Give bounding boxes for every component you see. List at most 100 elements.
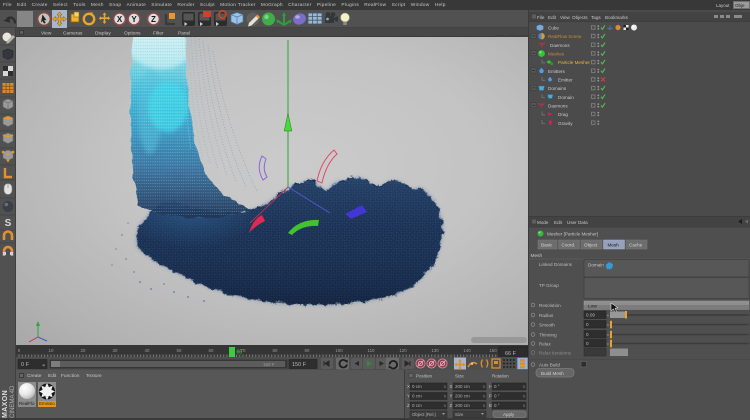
svg-text:Position: Position [416,374,433,379]
svg-text:Gravity: Gravity [558,121,573,126]
svg-text:Mesh: Mesh [531,253,543,259]
svg-text:0 cm: 0 cm [412,394,422,399]
svg-text:50: 50 [177,348,182,353]
svg-text:Edit: Edit [554,220,563,225]
svg-text:40: 40 [145,348,150,353]
svg-text:100: 100 [335,348,343,353]
svg-text:Daemons: Daemons [550,43,570,48]
svg-text:110: 110 [368,348,376,353]
svg-text:0 °: 0 ° [494,384,500,389]
svg-text:Cameras: Cameras [63,31,83,37]
svg-text:0: 0 [586,332,589,337]
svg-text:Texture: Texture [86,373,102,379]
svg-text:Emitter: Emitter [558,78,573,83]
svg-text:80: 80 [273,348,278,353]
svg-text:X: X [407,384,410,389]
svg-text:Build Mesh: Build Mesh [541,371,564,376]
svg-text:◂: ◂ [607,313,609,318]
svg-text:Options: Options [124,31,141,37]
svg-text:0: 0 [586,322,589,327]
svg-text:30: 30 [113,348,118,353]
svg-text:S: S [5,218,12,229]
svg-text:Tags: Tags [591,15,601,20]
svg-text:Mode: Mode [537,220,549,225]
svg-text:130: 130 [431,348,439,353]
svg-text:Cube: Cube [548,26,559,31]
svg-text:Resolution: Resolution [539,303,561,308]
svg-text:150 F: 150 F [292,362,307,368]
svg-text:◂: ◂ [607,332,609,337]
svg-text:Y: Y [407,394,410,399]
svg-text:0.09: 0.09 [586,313,595,318]
svg-text:◂: ◂ [607,322,609,327]
svg-text:Domain: Domain [558,95,574,100]
svg-text:Radius: Radius [539,313,554,318]
svg-text:0 °: 0 ° [494,394,500,399]
svg-text:Objects: Objects [572,15,588,20]
svg-text:Apply: Apply [503,412,515,417]
svg-text:Edit: Edit [548,15,557,20]
svg-text:View: View [560,15,571,20]
svg-text:Coord.: Coord. [562,243,576,248]
svg-text:Drag: Drag [558,112,568,117]
svg-text:Panel: Panel [178,31,190,37]
svg-text:Bookmarks: Bookmarks [605,15,629,20]
svg-text:Particle Mesher: Particle Mesher [558,60,590,65]
svg-text:View: View [41,31,52,37]
svg-text:20: 20 [81,348,86,353]
svg-text:◂: ◂ [607,341,609,346]
svg-text:P: P [489,394,492,399]
svg-text:150: 150 [489,348,497,353]
svg-text:Size: Size [455,374,464,379]
svg-text:Rotation: Rotation [492,374,509,379]
svg-text:TP Group: TP Group [539,283,559,288]
svg-text:Smooth: Smooth [539,323,555,328]
svg-text:90: 90 [305,348,310,353]
svg-text:120: 120 [399,348,407,353]
svg-text:User Data: User Data [567,220,588,225]
svg-text:Z: Z [151,15,156,24]
svg-text:0 F: 0 F [21,362,30,368]
svg-text:150 F: 150 F [263,362,275,367]
svg-text:200 cm: 200 cm [455,403,470,408]
svg-text:Low: Low [588,304,597,310]
svg-text:Relax: Relax [539,342,551,347]
svg-text:Basic: Basic [541,243,553,248]
svg-text:File: File [537,15,545,20]
svg-text:0 °: 0 ° [494,403,500,408]
svg-text:Object: Object [584,243,598,248]
svg-text:Relax Iterations: Relax Iterations [539,351,572,356]
svg-text:Y: Y [131,15,137,24]
svg-text:Edit: Edit [48,373,57,379]
svg-text:10: 10 [49,348,54,353]
svg-text:Emitters: Emitters [548,69,566,74]
svg-text:RealFlow Scene: RealFlow Scene [548,34,582,39]
svg-text:MAXON: MAXON [2,390,9,418]
svg-text:Z: Z [407,403,410,408]
svg-text:Mesh: Mesh [608,243,620,248]
svg-text:Cache: Cache [629,243,643,248]
svg-text:140: 140 [463,348,471,353]
svg-text:66: 66 [237,350,243,356]
svg-text:X: X [450,384,453,389]
svg-text:Object (Rel.): Object (Rel.) [412,412,437,417]
svg-text:Thinning: Thinning [539,333,557,338]
svg-text:Create: Create [27,373,42,379]
svg-text:Domain: Domain [588,263,604,268]
svg-text:Z: Z [450,403,453,408]
svg-text:Mesher [Particle Mesher]: Mesher [Particle Mesher] [547,232,598,237]
svg-text:0: 0 [18,348,21,353]
svg-text:0: 0 [586,341,589,346]
svg-text:Y: Y [450,394,453,399]
svg-text:Filter: Filter [153,31,164,37]
svg-text:200 cm: 200 cm [455,394,470,399]
svg-text:Auto Build: Auto Build [539,363,560,368]
svg-text:0 cm: 0 cm [412,403,422,408]
svg-text:Domains: Domains [548,86,567,91]
svg-text:200 cm: 200 cm [455,384,470,389]
svg-text:Linked Domains: Linked Domains [539,262,573,267]
svg-text:Size: Size [455,412,464,417]
svg-text:Meshes: Meshes [548,52,565,57]
svg-text:0 cm: 0 cm [412,384,422,389]
svg-text:Daemons: Daemons [548,104,568,109]
